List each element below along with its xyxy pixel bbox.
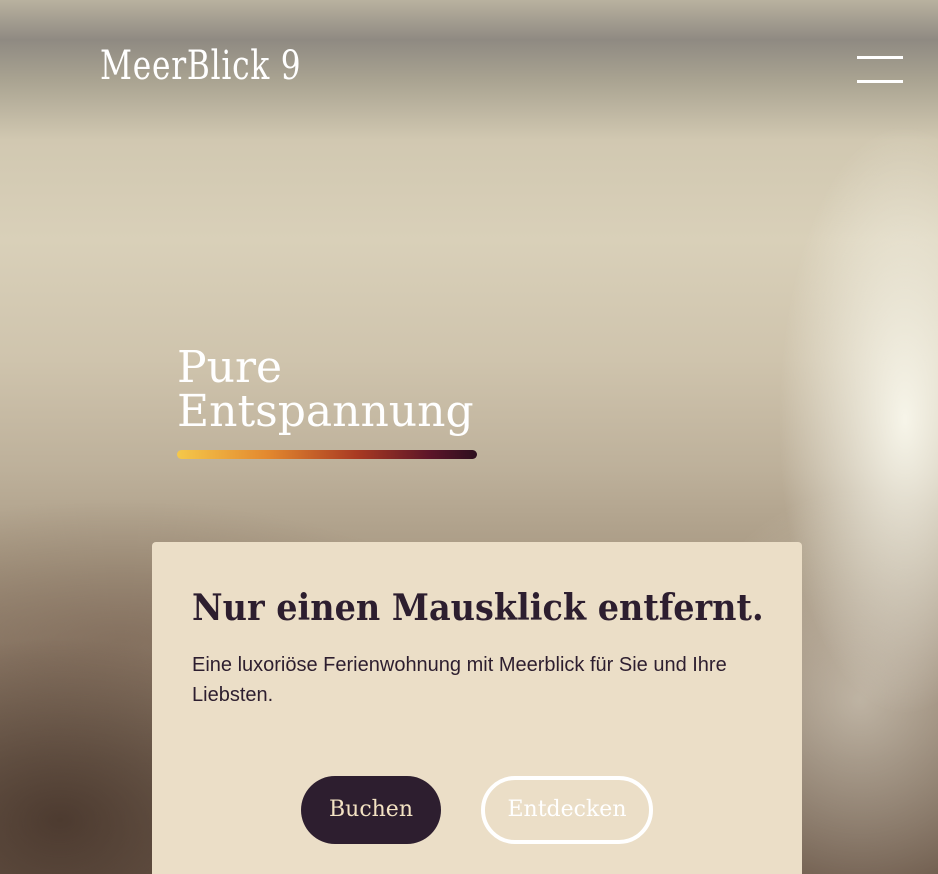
hero-gradient-bar	[177, 450, 477, 459]
hero-title: Pure Entspannung	[177, 346, 474, 434]
card-description: Eine luxoriöse Ferienwohnung mit Meerbli…	[192, 654, 727, 706]
brand-logo[interactable]: MeerBlick 9	[100, 38, 301, 94]
explore-button[interactable]: Entdecken	[481, 776, 653, 844]
hero-title-line-2: Entspannung	[177, 386, 474, 437]
book-button[interactable]: Buchen	[301, 776, 441, 844]
menu-line-bottom	[857, 80, 903, 83]
hero-title-line-1: Pure	[177, 342, 283, 393]
intro-card: Nur einen Mausklick entfernt. Eine luxor…	[152, 542, 802, 874]
hamburger-menu-icon[interactable]	[857, 56, 903, 84]
card-title: Nur einen Mausklick entfernt.	[192, 587, 764, 629]
menu-line-top	[857, 56, 903, 59]
